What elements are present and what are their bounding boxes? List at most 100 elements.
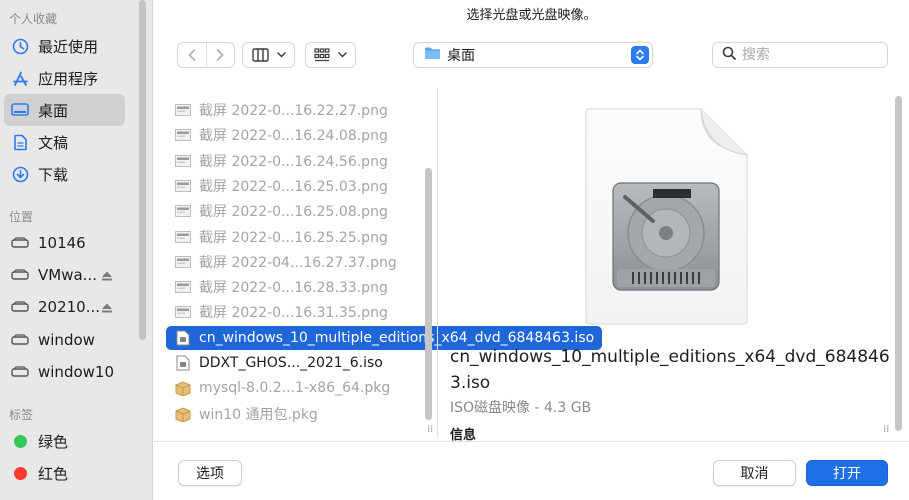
file-name: 截屏 2022-0...16.25.08.png <box>199 204 388 221</box>
file-row[interactable]: 截屏 2022-0...16.25.03.png <box>166 174 388 198</box>
preview-scrollbar[interactable] <box>895 96 902 431</box>
document-icon <box>11 133 29 151</box>
file-row[interactable]: 截屏 2022-0...16.22.27.png <box>166 98 388 122</box>
png-file-icon <box>174 254 192 270</box>
dialog-title: 选择光盘或光盘映像。 <box>466 8 597 23</box>
sidebar-item-downloads[interactable]: 下载 <box>4 158 125 190</box>
file-name: 截屏 2022-0...16.24.08.png <box>199 128 388 145</box>
sidebar-item-label: 文稿 <box>38 133 69 152</box>
sidebar-item-tag-red[interactable]: 红色 <box>4 457 125 489</box>
file-name: 截屏 2022-04...16.27.37.png <box>199 254 397 271</box>
sidebar-item-tag-green[interactable]: 绿色 <box>4 425 125 457</box>
column-resize-handle[interactable]: ⁞⁞ <box>883 424 889 435</box>
eject-icon[interactable] <box>101 300 113 318</box>
sidebar-item-documents[interactable]: 文稿 <box>4 126 125 158</box>
sidebar-item-label: 20210... <box>38 298 101 316</box>
chevron-right-icon <box>216 49 224 61</box>
desktop-icon <box>11 101 29 119</box>
file-row[interactable]: 截屏 2022-0...16.25.25.png <box>166 225 388 249</box>
view-mode-button[interactable] <box>242 42 295 68</box>
drive-icon <box>11 266 29 284</box>
png-file-icon <box>174 203 192 219</box>
favorites-header: 个人收藏 <box>9 12 58 26</box>
png-file-icon <box>174 304 192 320</box>
green-tag-icon <box>14 434 27 448</box>
png-file-icon <box>174 127 192 143</box>
group-by-button[interactable] <box>305 42 356 68</box>
iso-file-icon <box>583 107 749 325</box>
file-list-scrollbar[interactable] <box>425 168 432 420</box>
columns-view-icon <box>251 48 269 62</box>
download-icon <box>11 165 29 183</box>
preview-file-name: cn_windows_10_multiple_editions_x64_dvd_… <box>450 347 890 393</box>
sidebar-item-location[interactable]: window <box>4 324 125 356</box>
file-row[interactable]: 截屏 2022-0...16.24.08.png <box>166 123 388 147</box>
file-row[interactable]: 截屏 2022-0...16.25.08.png <box>166 199 388 223</box>
file-row[interactable]: 截屏 2022-0...16.31.35.png <box>166 300 388 324</box>
chevron-left-icon <box>188 49 196 61</box>
png-file-icon <box>174 279 192 295</box>
column-divider <box>437 88 438 438</box>
file-name: 截屏 2022-0...16.25.25.png <box>199 229 388 246</box>
png-file-icon <box>174 153 192 169</box>
sidebar-item-applications[interactable]: 应用程序 <box>4 62 125 94</box>
sidebar-item-label: 桌面 <box>38 101 69 120</box>
sidebar-item-location[interactable]: 20210... <box>4 291 125 323</box>
locations-header: 位置 <box>9 210 34 224</box>
sidebar-item-recents[interactable]: 最近使用 <box>4 30 125 62</box>
file-row[interactable]: 截屏 2022-04...16.27.37.png <box>166 250 397 274</box>
png-file-icon <box>174 229 192 245</box>
pkg-file-icon <box>174 380 192 397</box>
updown-arrows-icon <box>631 46 649 64</box>
sidebar-scrollbar[interactable] <box>139 0 146 340</box>
drive-icon <box>11 331 29 349</box>
sidebar-item-location[interactable]: 10146 <box>4 227 125 259</box>
file-name: 截屏 2022-0...16.22.27.png <box>199 103 388 119</box>
sidebar-item-label: 10146 <box>38 234 86 252</box>
sidebar-item-label: window10 <box>38 363 114 381</box>
forward-button[interactable] <box>205 43 235 67</box>
location-select[interactable]: 桌面 <box>413 42 653 68</box>
sidebar: 个人收藏 最近使用 应用程序 桌面 文稿 下载 位置 10146 VMwa...… <box>0 0 153 500</box>
file-list: 截屏 2022-0...16.22.27.png 截屏 2022-0...16.2… <box>166 96 603 436</box>
red-tag-icon <box>14 466 27 480</box>
cancel-button[interactable]: 取消 <box>713 460 796 486</box>
file-row[interactable]: 截屏 2022-0...16.24.56.png <box>166 149 388 173</box>
search-input[interactable] <box>742 47 872 63</box>
file-name: 截屏 2022-0...16.24.56.png <box>199 153 388 170</box>
sidebar-item-label: 下载 <box>38 165 69 184</box>
back-button[interactable] <box>178 43 206 67</box>
eject-icon[interactable] <box>101 268 113 286</box>
file-row[interactable]: 截屏 2022-0...16.28.33.png <box>166 275 388 299</box>
file-row[interactable]: win10 通用包.pkg <box>166 402 318 426</box>
sidebar-item-label: 绿色 <box>38 432 69 451</box>
open-button[interactable]: 打开 <box>806 460 888 486</box>
apps-icon <box>11 69 29 87</box>
iso-file-icon <box>174 330 192 346</box>
file-name: DDXT_GHOS..._2021_6.iso <box>199 355 383 371</box>
grid-group-icon <box>314 48 330 62</box>
divider <box>154 441 909 442</box>
location-label: 桌面 <box>447 48 475 64</box>
sidebar-item-desktop[interactable]: 桌面 <box>4 94 125 126</box>
chevron-down-icon <box>276 52 286 58</box>
drive-icon <box>11 298 29 316</box>
sidebar-item-label: window <box>38 331 95 349</box>
search-field[interactable] <box>712 42 888 68</box>
pkg-file-icon <box>174 406 192 422</box>
png-file-icon <box>174 102 192 118</box>
file-name: win10 通用包.pkg <box>199 406 318 423</box>
tags-header: 标签 <box>9 408 34 422</box>
file-name: mysql-8.0.2...1-x86_64.pkg <box>199 380 391 397</box>
sidebar-item-label: VMwa... <box>38 266 97 284</box>
drive-icon <box>11 234 29 252</box>
column-resize-handle[interactable]: ⁞⁞ <box>427 424 433 435</box>
file-row[interactable]: mysql-8.0.2...1-x86_64.pkg <box>166 376 390 400</box>
search-icon <box>722 46 736 64</box>
sidebar-item-location[interactable]: window10 <box>4 356 125 388</box>
folder-icon <box>424 46 441 64</box>
sidebar-item-label: 红色 <box>38 464 69 483</box>
file-row[interactable]: DDXT_GHOS..._2021_6.iso <box>166 351 383 375</box>
sidebar-item-location[interactable]: VMwa... <box>4 259 125 291</box>
options-button[interactable]: 选项 <box>178 460 242 486</box>
